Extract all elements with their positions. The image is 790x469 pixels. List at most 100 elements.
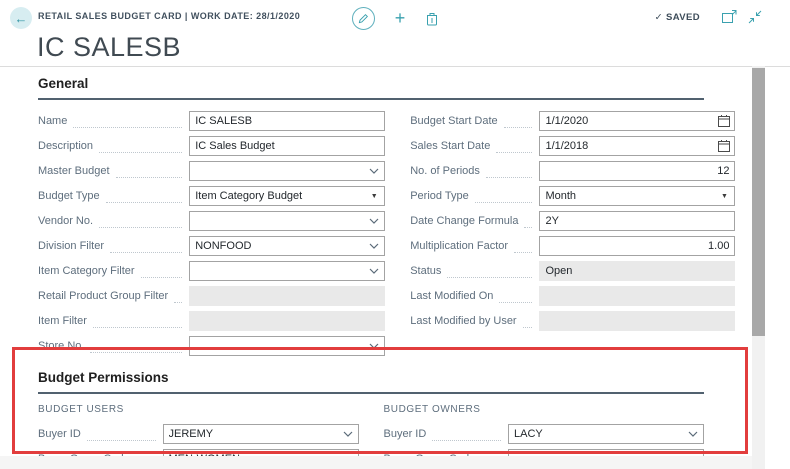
last-modified-on-field <box>539 286 735 306</box>
calendar-icon[interactable] <box>714 112 734 130</box>
popout-button[interactable] <box>722 10 738 26</box>
sales-start-date-input-box <box>539 136 735 156</box>
master-budget-input-box <box>189 161 385 181</box>
description-input-box <box>189 136 385 156</box>
last-modified-by-user-value <box>540 312 734 330</box>
chevron-down-icon[interactable] <box>364 337 384 355</box>
field-row-owners-buyer-id: Buyer ID <box>384 424 705 444</box>
chevron-down-icon[interactable] <box>364 212 384 230</box>
back-button[interactable]: ← <box>10 7 32 29</box>
collapse-arrows-icon <box>748 10 764 24</box>
no-of-periods-input-box <box>539 161 735 181</box>
field-row-name: Name <box>38 111 385 131</box>
field-label: Date Change Formula <box>410 215 518 227</box>
top-action-bar: ← RETAIL SALES BUDGET CARD | WORK DATE: … <box>0 0 790 36</box>
scrollbar-thumb[interactable] <box>752 68 765 336</box>
delete-button[interactable] <box>423 7 441 30</box>
field-label: Vendor No. <box>38 215 93 227</box>
chevron-down-icon[interactable] <box>364 162 384 180</box>
header-divider <box>0 66 790 67</box>
item-category-filter-input-box <box>189 261 385 281</box>
users-buyer-id-input[interactable] <box>164 425 338 443</box>
budget-users-title: BUDGET USERS <box>38 404 359 415</box>
item-filter-field <box>189 311 385 331</box>
sales-start-date-input[interactable] <box>540 137 714 155</box>
edit-button[interactable] <box>352 7 375 30</box>
field-label: No. of Periods <box>410 165 480 177</box>
chevron-down-icon[interactable] <box>364 262 384 280</box>
description-input[interactable] <box>190 137 384 155</box>
budget-owners-title: BUDGET OWNERS <box>384 404 705 415</box>
check-icon: ✓ <box>655 12 663 23</box>
name-input[interactable] <box>190 112 384 130</box>
division-filter-input-box <box>189 236 385 256</box>
field-row-retail-product-group-filter: Retail Product Group Filter <box>38 286 385 306</box>
field-row-last-modified-on: Last Modified On <box>410 286 735 306</box>
general-right-column: Budget Start Date Sales Start Date No. o… <box>410 111 735 361</box>
item-category-filter-input[interactable] <box>190 262 364 280</box>
dotted-leader <box>99 145 182 153</box>
vendor-no-input[interactable] <box>190 212 364 230</box>
dotted-leader <box>524 220 532 228</box>
field-row-last-modified-by-user: Last Modified by User <box>410 311 735 331</box>
budget-permissions-section: Budget Permissions BUDGET USERS Buyer ID… <box>38 370 704 469</box>
master-budget-input[interactable] <box>190 162 364 180</box>
field-label: Status <box>410 265 441 277</box>
edit-pencil-icon <box>358 13 369 24</box>
new-button[interactable]: + <box>390 7 410 30</box>
dotted-leader <box>432 433 501 441</box>
budget-type-select[interactable]: Item Category Budget ▼ <box>189 186 385 206</box>
section-header-general[interactable]: General <box>38 76 704 100</box>
dotted-leader <box>87 433 156 441</box>
dotted-leader <box>486 170 533 178</box>
field-row-date-change-formula: Date Change Formula <box>410 211 735 231</box>
section-header-budget-permissions[interactable]: Budget Permissions <box>38 370 704 394</box>
calendar-icon[interactable] <box>714 137 734 155</box>
dotted-leader <box>90 345 182 353</box>
multiplication-factor-input[interactable] <box>540 237 734 255</box>
item-filter-value <box>190 312 384 330</box>
field-row-master-budget: Master Budget <box>38 161 385 181</box>
chevron-down-icon[interactable] <box>683 425 703 443</box>
period-type-select[interactable]: Month ▼ <box>539 186 735 206</box>
period-type-value: Month <box>540 187 714 205</box>
dotted-leader <box>141 270 183 278</box>
dotted-leader <box>73 120 182 128</box>
budget-start-date-input[interactable] <box>540 112 714 130</box>
field-row-no-of-periods: No. of Periods <box>410 161 735 181</box>
dotted-leader <box>504 120 533 128</box>
save-status-label: SAVED <box>666 12 700 23</box>
dotted-leader <box>514 245 532 253</box>
status-value: Open <box>540 262 734 280</box>
retail-product-group-filter-value <box>190 287 384 305</box>
field-label: Division Filter <box>38 240 104 252</box>
owners-buyer-id-input[interactable] <box>509 425 683 443</box>
collapse-button[interactable] <box>748 10 764 26</box>
field-label: Item Category Filter <box>38 265 135 277</box>
no-of-periods-input[interactable] <box>540 162 734 180</box>
breadcrumb[interactable]: RETAIL SALES BUDGET CARD | WORK DATE: 28… <box>38 11 300 21</box>
store-no-input[interactable] <box>190 337 364 355</box>
general-fields-grid: Name Description Master Budget Budget Ty… <box>38 111 704 361</box>
owners-buyer-id-input-box <box>508 424 704 444</box>
dropdown-arrow-icon: ▼ <box>364 187 384 205</box>
field-row-budget-type: Budget Type Item Category Budget ▼ <box>38 186 385 206</box>
chevron-down-icon[interactable] <box>338 425 358 443</box>
chevron-down-icon[interactable] <box>364 237 384 255</box>
card-content: General Name Description Master Budget <box>38 76 704 469</box>
field-label: Retail Product Group Filter <box>38 290 168 302</box>
division-filter-input[interactable] <box>190 237 364 255</box>
dotted-leader <box>116 170 183 178</box>
date-change-formula-input[interactable] <box>540 212 734 230</box>
date-change-formula-input-box <box>539 211 735 231</box>
field-row-sales-start-date: Sales Start Date <box>410 136 735 156</box>
dotted-leader <box>99 220 182 228</box>
last-modified-by-user-field <box>539 311 735 331</box>
page-footer-area <box>0 456 752 469</box>
dotted-leader <box>106 195 183 203</box>
dotted-leader <box>475 195 533 203</box>
field-label: Buyer ID <box>38 428 81 440</box>
name-input-box <box>189 111 385 131</box>
field-row-status: Status Open <box>410 261 735 281</box>
field-label: Budget Start Date <box>410 115 497 127</box>
